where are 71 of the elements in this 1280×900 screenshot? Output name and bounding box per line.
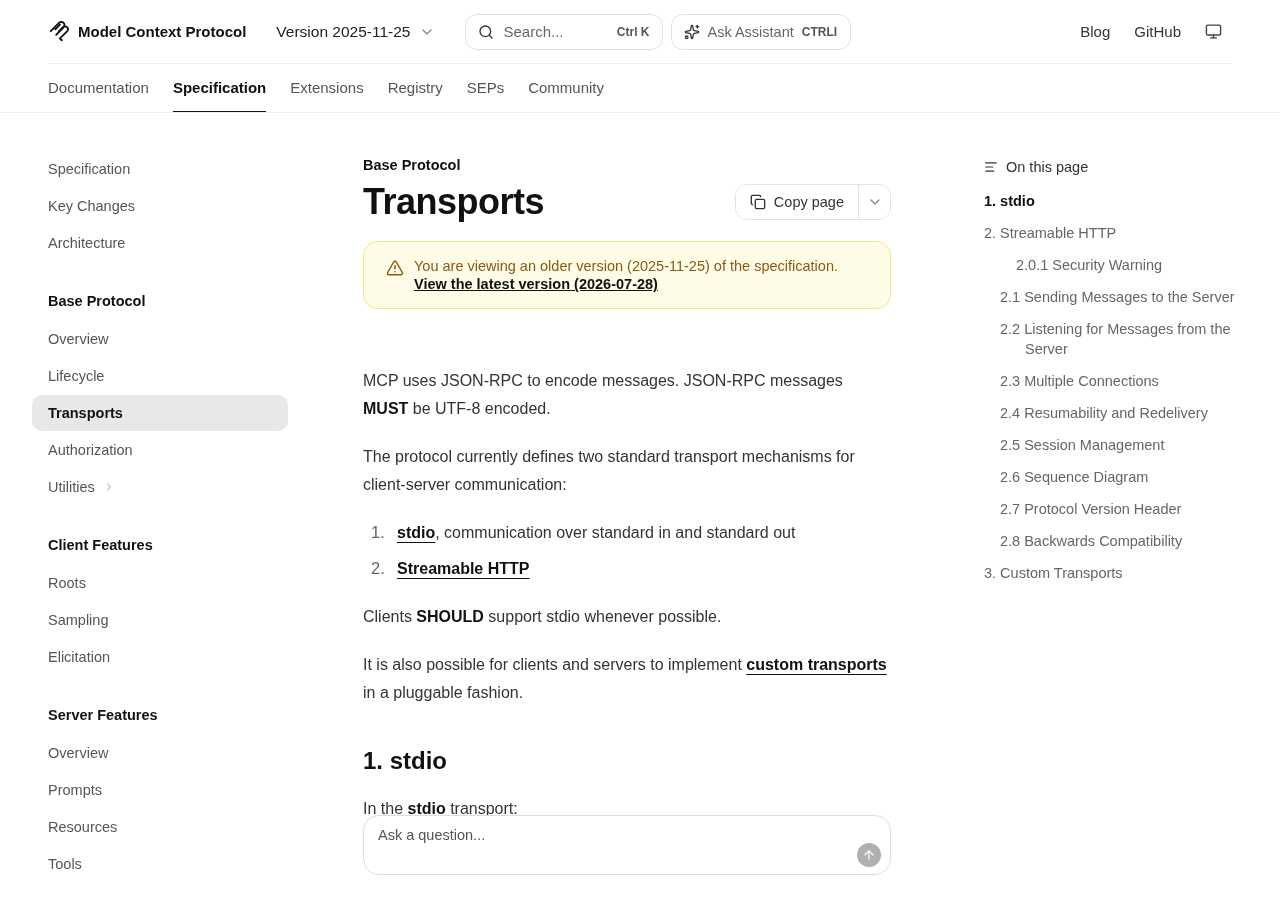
list-number: 1. bbox=[371, 523, 386, 542]
paragraph: It is also possible for clients and servers to implement custom transports in a pluggable fashion. bbox=[363, 655, 888, 703]
toc-link[interactable]: 2.0.1 Security Warning bbox=[984, 249, 1254, 281]
sidebar-item[interactable]: Utilities bbox=[32, 469, 288, 505]
toc-link[interactable]: 2.1 Sending Messages to the Server bbox=[984, 281, 1254, 313]
sidebar-group-title: Base Protocol bbox=[47, 292, 147, 311]
page-title: Transports bbox=[363, 181, 545, 223]
sidebar-item[interactable]: Tools bbox=[32, 846, 288, 882]
text-link[interactable]: stdio bbox=[397, 524, 436, 541]
sidebar-item[interactable]: Authorization bbox=[32, 432, 288, 468]
sparkle-icon bbox=[683, 23, 700, 40]
paragraph: MCP uses JSON-RPC to encode messages. JSON-RPC messages MUST be UTF-8 encoded. bbox=[363, 371, 844, 419]
theme-toggle-icon[interactable] bbox=[1205, 23, 1222, 40]
keyboard-shortcut: CTRLI bbox=[801, 24, 838, 39]
search-field[interactable]: Search... Ctrl K bbox=[464, 13, 663, 50]
section-label: Base Protocol bbox=[363, 157, 462, 173]
button-label: Ask Assistant bbox=[707, 23, 794, 40]
sidebar-item[interactable]: Prompts bbox=[32, 772, 288, 808]
sidebar-item[interactable]: Resources bbox=[32, 809, 288, 845]
toc-link[interactable]: 2.5 Session Management bbox=[984, 429, 1254, 461]
text-link[interactable]: Streamable HTTP bbox=[397, 560, 530, 577]
list-number: 2. bbox=[371, 559, 386, 578]
toc-link[interactable]: 2.2 Listening for Messages from the Server bbox=[984, 313, 1254, 365]
sidebar-item[interactable]: Sampling bbox=[32, 602, 288, 638]
paragraph: The protocol currently defines two standard transport mechanisms for client-server communication: bbox=[363, 447, 856, 495]
sidebar-item[interactable]: Key Changes bbox=[32, 188, 288, 224]
latest-version-link[interactable]: View the latest version (2026-07-28) bbox=[414, 276, 838, 292]
copy-icon bbox=[749, 194, 766, 210]
toc-link[interactable]: 3. Custom Transports bbox=[984, 557, 1254, 589]
list-item-text: stdio, communication over standard in and standard out bbox=[397, 523, 796, 543]
notice-text: You are viewing an older version (2025-11-25) of the specification. bbox=[414, 258, 838, 274]
paragraph: Clients SHOULD support stdio whenever possible. bbox=[363, 607, 723, 627]
search-placeholder: Search... bbox=[503, 23, 564, 40]
version-selector[interactable]: Version 2025-11-25 bbox=[276, 22, 435, 41]
sidebar-item[interactable]: Lifecycle bbox=[32, 358, 288, 394]
sidebar-item[interactable]: Overview bbox=[32, 735, 288, 771]
sidebar-item[interactable]: Architecture bbox=[32, 225, 288, 261]
copy-options-button[interactable] bbox=[858, 185, 890, 219]
text-link[interactable]: custom transports bbox=[746, 656, 887, 673]
toc-link[interactable]: 2.4 Resumability and Redelivery bbox=[984, 397, 1254, 429]
nav-tab[interactable]: SEPs bbox=[466, 64, 505, 112]
sidebar-group-title: Client Features bbox=[47, 536, 154, 555]
toc-link[interactable]: 1. stdio bbox=[984, 185, 1254, 217]
nav-tab[interactable]: Specification bbox=[172, 64, 267, 112]
nav-tab[interactable]: Community bbox=[528, 64, 605, 112]
nav-tab[interactable]: Extensions bbox=[290, 64, 364, 112]
site-title: Model Context Protocol bbox=[78, 23, 247, 40]
section-heading: 1. stdio bbox=[363, 747, 448, 775]
warning-icon bbox=[386, 259, 404, 277]
sidebar-item[interactable]: Roots bbox=[32, 565, 288, 601]
list-icon bbox=[984, 160, 998, 174]
sidebar-item[interactable]: Specification bbox=[32, 151, 288, 187]
toc-link[interactable]: 2. Streamable HTTP bbox=[984, 217, 1254, 249]
ask-question-field[interactable]: Ask a question... bbox=[363, 815, 891, 875]
keyboard-shortcut: Ctrl K bbox=[616, 24, 650, 39]
sidebar-item[interactable]: Transports bbox=[32, 395, 288, 431]
nav-tab[interactable]: Documentation bbox=[48, 64, 149, 112]
sidebar-item[interactable]: Elicitation bbox=[32, 639, 288, 675]
toc-title: On this page bbox=[1006, 159, 1089, 175]
toc-link[interactable]: 2.7 Protocol Version Header bbox=[984, 493, 1254, 525]
toc-link[interactable]: 2.8 Backwards Compatibility bbox=[984, 525, 1254, 557]
toc-link[interactable]: 2.3 Multiple Connections bbox=[984, 365, 1254, 397]
header-link[interactable]: Blog bbox=[1080, 23, 1111, 40]
ask-assistant-button[interactable]: Ask Assistant CTRLI bbox=[670, 13, 851, 50]
header-link[interactable]: GitHub bbox=[1134, 23, 1181, 40]
sidebar-group-title: Server Features bbox=[47, 706, 159, 725]
sidebar-item[interactable]: Overview bbox=[32, 321, 288, 357]
logo-icon bbox=[48, 19, 70, 44]
nav-tab[interactable]: Registry bbox=[387, 64, 443, 112]
search-icon bbox=[477, 23, 494, 40]
toc-link[interactable]: 2.6 Sequence Diagram bbox=[984, 461, 1254, 493]
